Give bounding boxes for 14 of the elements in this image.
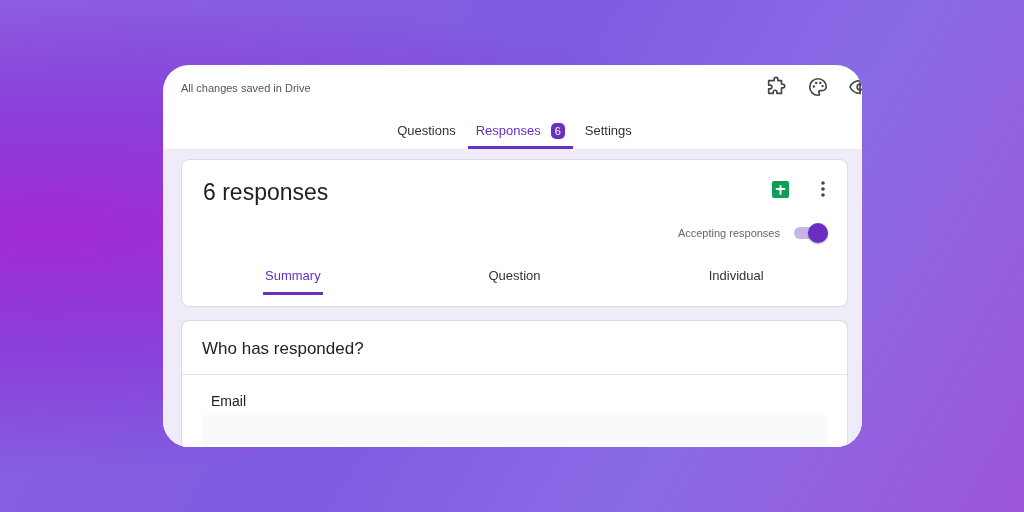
save-status: All changes saved in Drive	[181, 82, 311, 94]
view-tab[interactable]: Summary	[263, 262, 323, 295]
responses-count-title: 6 responses	[203, 179, 329, 207]
more-options-icon[interactable]	[821, 181, 825, 197]
respondents-heading: Who has responded?	[182, 321, 847, 375]
palette-icon[interactable]	[807, 76, 829, 98]
view-tab[interactable]: Question	[486, 262, 543, 295]
accepting-responses-label: Accepting responses	[677, 227, 780, 239]
spreadsheet-icon[interactable]	[772, 181, 789, 198]
nav-tab[interactable]: Questions	[389, 115, 464, 149]
nav-tab[interactable]: Settings	[576, 115, 640, 149]
view-tab[interactable]: Individual	[706, 262, 766, 295]
email-label: Email	[210, 393, 247, 409]
count-badge: 6	[550, 122, 565, 139]
